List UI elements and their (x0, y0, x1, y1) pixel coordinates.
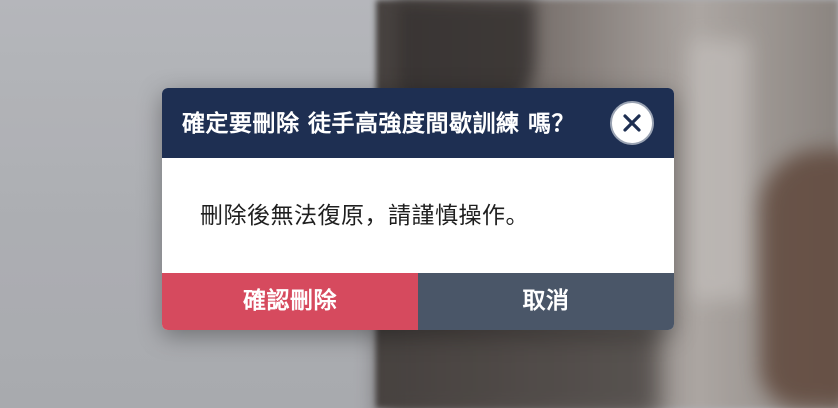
dialog-footer: 確認刪除 取消 (162, 273, 674, 330)
dialog-title: 確定要刪除 徒手高強度間歇訓練 嗎？ (182, 111, 576, 137)
cancel-button[interactable]: 取消 (418, 273, 674, 330)
dialog-body: 刪除後無法復原，請謹慎操作。 (162, 158, 674, 273)
close-button[interactable] (610, 101, 654, 145)
screen: 確定要刪除 徒手高強度間歇訓練 嗎？ 刪除後無法復原，請謹慎操作。 確認刪除 取… (0, 0, 838, 408)
dialog-header: 確定要刪除 徒手高強度間歇訓練 嗎？ (162, 88, 674, 158)
dialog-message: 刪除後無法復原，請謹慎操作。 (200, 203, 529, 229)
delete-confirm-dialog: 確定要刪除 徒手高強度間歇訓練 嗎？ 刪除後無法復原，請謹慎操作。 確認刪除 取… (162, 88, 674, 330)
confirm-delete-button[interactable]: 確認刪除 (162, 273, 418, 330)
close-icon (623, 114, 641, 132)
